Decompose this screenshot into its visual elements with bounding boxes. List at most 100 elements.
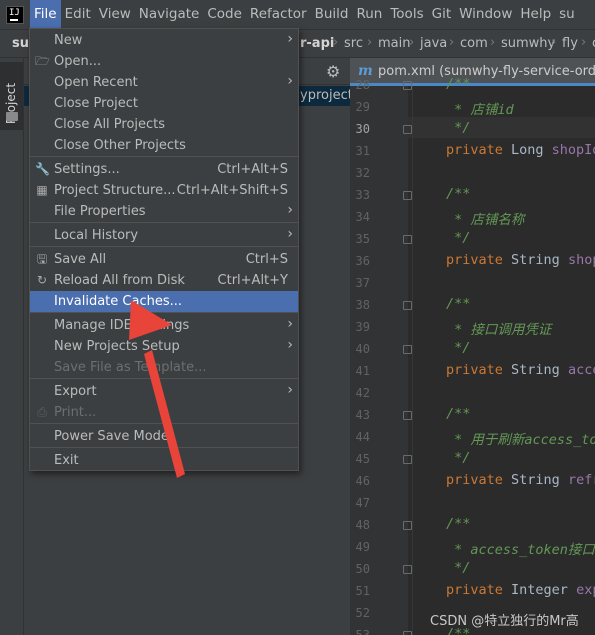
menu-item-open-recent[interactable]: Open Recent › xyxy=(30,72,298,93)
menu-item-save-file-as-template: Save File as Template... xyxy=(30,357,298,378)
gear-icon[interactable]: ⚙ xyxy=(326,62,340,81)
menu-item-settings[interactable]: 🔧 Settings... Ctrl+Alt+S xyxy=(30,159,298,180)
breadcrumb-com[interactable]: com xyxy=(460,36,488,51)
menu-item-power-save-mode[interactable]: Power Save Mode xyxy=(30,426,298,447)
fold-toggle-icon[interactable] xyxy=(403,81,412,90)
menu-item-label: Open Recent xyxy=(54,75,138,90)
menu-item-project-structure[interactable]: ▦ Project Structure... Ctrl+Alt+Shift+S xyxy=(30,180,298,201)
code-line: private String refr xyxy=(446,472,595,488)
line-number: 41 xyxy=(355,364,370,378)
project-tool-tab[interactable]: Project xyxy=(0,62,23,130)
maven-icon: m xyxy=(358,63,373,79)
code-line: /** xyxy=(446,516,471,532)
breadcrumb-module[interactable]: r-api xyxy=(300,36,334,51)
menu-run[interactable]: Run xyxy=(352,0,386,29)
menu-item-local-history[interactable]: Local History › xyxy=(30,225,298,246)
breadcrumb-fly[interactable]: fly xyxy=(562,36,578,51)
menu-help[interactable]: Help xyxy=(516,0,555,29)
breadcrumb-separator-icon: › xyxy=(551,35,557,50)
print-icon: ⎙ xyxy=(37,405,47,419)
code-line: * 店铺id xyxy=(446,102,514,118)
menu-code[interactable]: Code xyxy=(203,0,246,29)
breadcrumb-java[interactable]: java xyxy=(420,36,447,51)
line-number: 46 xyxy=(355,474,370,488)
menu-item-label: Close All Projects xyxy=(54,117,166,132)
breadcrumb-sumwhy[interactable]: sumwhy xyxy=(501,36,555,51)
menu-item-close-all-projects[interactable]: Close All Projects xyxy=(30,114,298,135)
menu-item-label: Reload All from Disk xyxy=(54,273,185,288)
menu-item-new[interactable]: New › xyxy=(30,30,298,51)
menu-su[interactable]: su xyxy=(555,0,579,29)
fold-toggle-icon[interactable] xyxy=(403,455,412,464)
menu-item-label: Save File as Template... xyxy=(54,360,207,375)
menu-refactor[interactable]: Refactor xyxy=(246,0,311,29)
menu-divider xyxy=(30,222,298,223)
menu-file[interactable]: File xyxy=(30,0,61,29)
menu-item-label: New Projects Setup xyxy=(54,339,180,354)
breadcrumb-src[interactable]: src xyxy=(344,36,363,51)
menu-edit[interactable]: Edit xyxy=(61,0,95,29)
line-number: 36 xyxy=(355,254,370,268)
breadcrumb-separator-icon: › xyxy=(409,35,415,50)
line-number: 34 xyxy=(355,210,370,224)
breadcrumb-main[interactable]: main xyxy=(378,36,410,51)
line-number: 51 xyxy=(355,584,370,598)
fold-toggle-icon[interactable] xyxy=(403,631,412,635)
tree-row-label: yproject\ xyxy=(300,88,358,103)
fold-toggle-icon[interactable] xyxy=(403,565,412,574)
line-number: 39 xyxy=(355,320,370,334)
menu-item-save-all[interactable]: 🖫 Save All Ctrl+S xyxy=(30,249,298,270)
code-line: */ xyxy=(446,450,471,466)
menu-item-shortcut: Ctrl+S xyxy=(245,252,288,267)
watermark: CSDN @特立独行的Mr高 xyxy=(430,614,579,629)
left-tool-strip: Project xyxy=(0,58,24,635)
menu-item-label: Export xyxy=(54,384,97,399)
line-number: 42 xyxy=(355,386,370,400)
menu-item-open[interactable]: 🗁 Open... xyxy=(30,51,298,72)
menu-item-manage-ide-settings[interactable]: Manage IDE Settings › xyxy=(30,315,298,336)
menu-item-new-projects-setup[interactable]: New Projects Setup › xyxy=(30,336,298,357)
fold-toggle-icon[interactable] xyxy=(403,345,412,354)
chevron-right-icon: › xyxy=(287,73,293,89)
line-number: 31 xyxy=(355,144,370,158)
menu-build[interactable]: Build xyxy=(311,0,353,29)
menu-item-close-project[interactable]: Close Project xyxy=(30,93,298,114)
fold-toggle-icon[interactable] xyxy=(403,301,412,310)
code-line: private String shop xyxy=(446,252,595,268)
menu-item-invalidate-caches[interactable]: Invalidate Caches... xyxy=(30,291,298,312)
fold-toggle-icon[interactable] xyxy=(403,125,412,134)
chevron-right-icon: › xyxy=(287,31,293,47)
menu-tools[interactable]: Tools xyxy=(386,0,427,29)
breadcrumb-separator-icon: › xyxy=(367,35,373,50)
fold-toggle-icon[interactable] xyxy=(403,191,412,200)
fold-toggle-icon[interactable] xyxy=(403,235,412,244)
menu-item-label: Close Other Projects xyxy=(54,138,186,153)
breadcrumb-separator-icon: › xyxy=(449,35,455,50)
menu-item-reload-all-from-disk[interactable]: ↻ Reload All from Disk Ctrl+Alt+Y xyxy=(30,270,298,291)
code-line: * access_token接口 xyxy=(446,542,595,558)
code-line: private String acce xyxy=(446,362,595,378)
menu-item-exit[interactable]: Exit xyxy=(30,450,298,471)
menu-item-label: File Properties xyxy=(54,204,146,219)
menu-navigate[interactable]: Navigate xyxy=(135,0,204,29)
menu-item-shortcut: Ctrl+Alt+Shift+S xyxy=(176,183,288,198)
menu-divider xyxy=(30,246,298,247)
indent-guide xyxy=(412,86,413,635)
code-line: * 店铺名称 xyxy=(446,212,525,228)
project-structure-icon: ▦ xyxy=(36,183,48,197)
menu-item-close-other-projects[interactable]: Close Other Projects xyxy=(30,135,298,156)
line-number: 40 xyxy=(355,342,370,356)
menu-window[interactable]: Window xyxy=(455,0,516,29)
line-number: 35 xyxy=(355,232,370,246)
folder-icon xyxy=(6,112,18,121)
fold-toggle-icon[interactable] xyxy=(403,521,412,530)
menu-item-export[interactable]: Export › xyxy=(30,381,298,402)
menu-git[interactable]: Git xyxy=(428,0,456,29)
breadcrumb-project[interactable]: su xyxy=(12,36,29,51)
menu-item-label: Open... xyxy=(54,54,102,69)
intellij-logo-icon[interactable]: IJ xyxy=(6,5,24,24)
menu-view[interactable]: View xyxy=(95,0,135,29)
editor-tab-pom[interactable]: m pom.xml (sumwhy-fly-service-order-c xyxy=(350,58,595,86)
menu-item-file-properties[interactable]: File Properties › xyxy=(30,201,298,222)
fold-toggle-icon[interactable] xyxy=(403,411,412,420)
